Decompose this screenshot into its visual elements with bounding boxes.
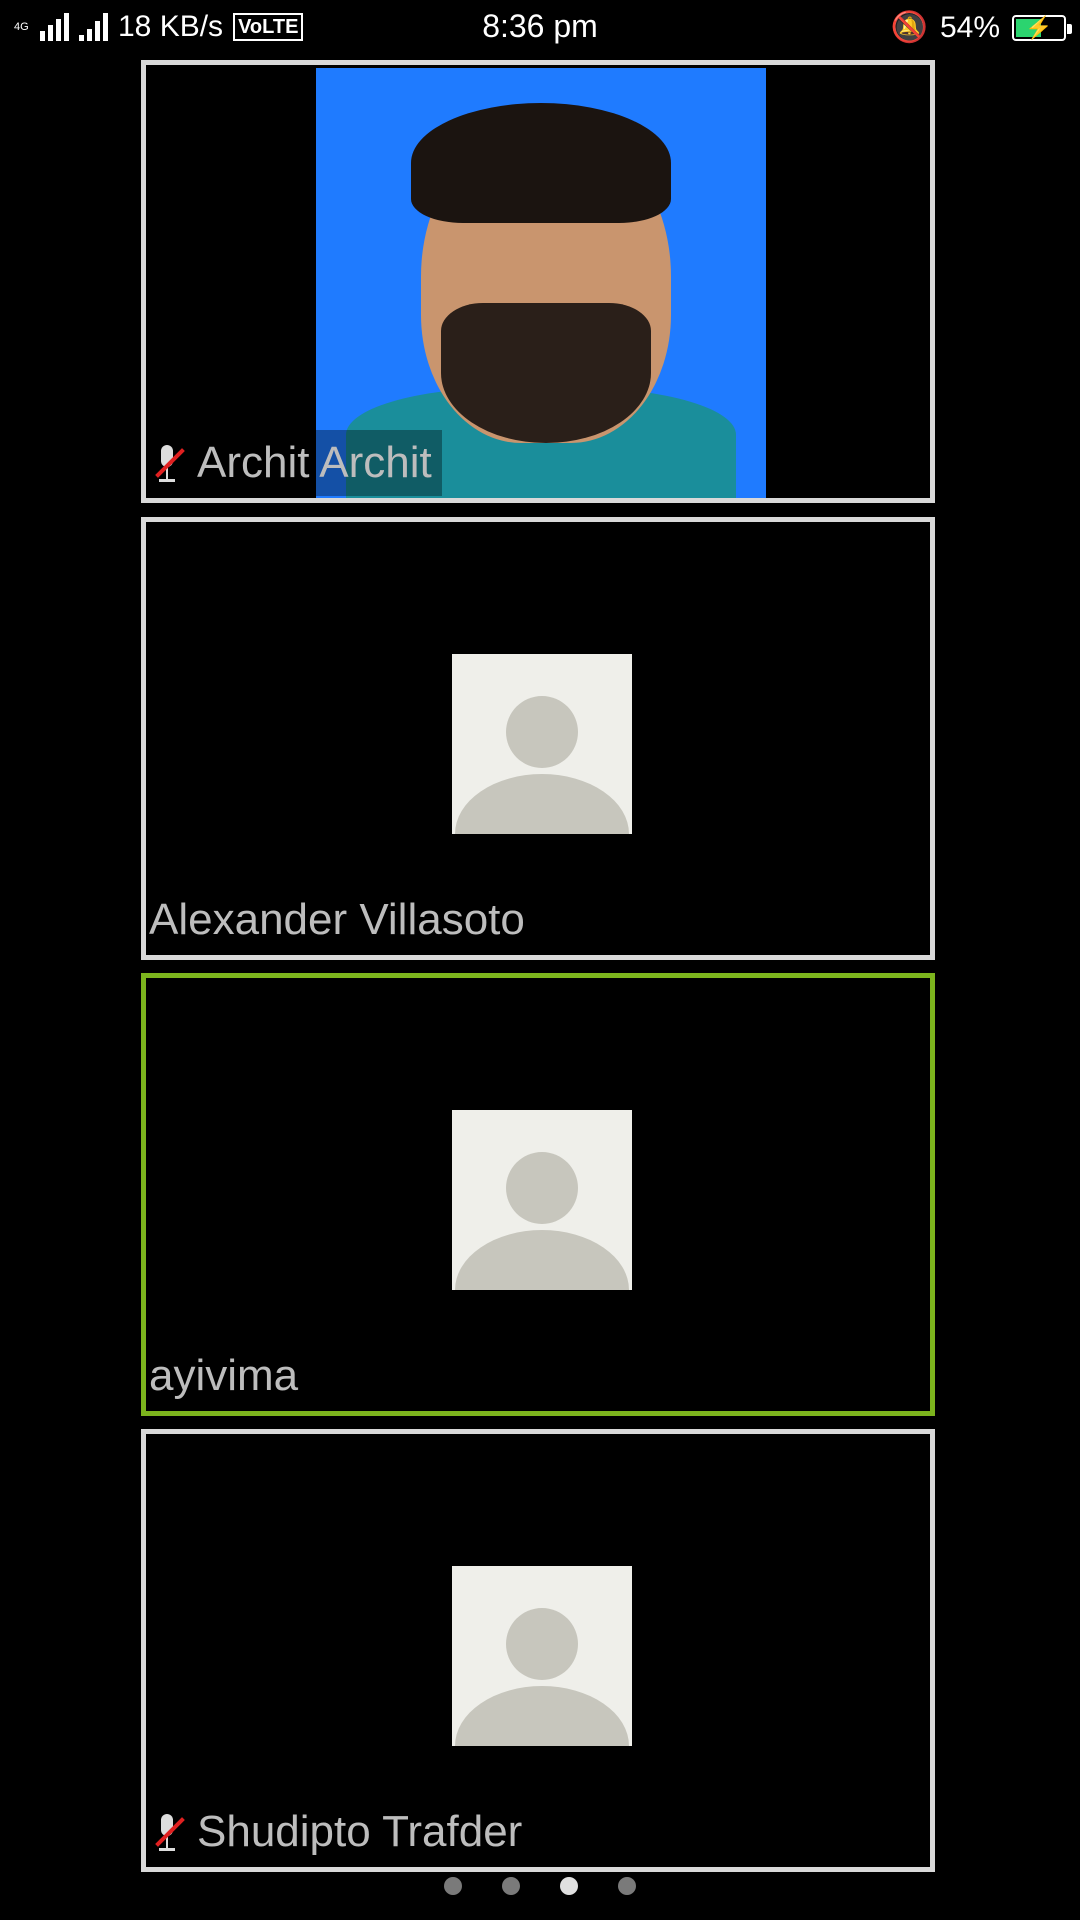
page-indicator[interactable] <box>0 1877 1080 1895</box>
page-dot[interactable] <box>618 1877 636 1895</box>
participant-label: Shudipto Trafder <box>149 1799 532 1865</box>
avatar-placeholder-icon <box>452 654 632 834</box>
participant-name: ayivima <box>149 1351 299 1400</box>
page-dot[interactable] <box>444 1877 462 1895</box>
participant-tile[interactable]: Archit Archit <box>141 60 935 503</box>
participant-label: ayivima <box>149 1343 308 1409</box>
participant-name: Archit Archit <box>197 438 432 487</box>
mute-bell-icon: 🔕 <box>890 11 928 44</box>
battery-percent: 54% <box>939 10 1000 44</box>
avatar-placeholder-icon <box>452 1110 632 1290</box>
participant-name: Shudipto Trafder <box>197 1807 523 1856</box>
mute-icon <box>149 441 187 485</box>
battery-charging-icon: ⚡ <box>1012 14 1072 41</box>
mute-icon <box>149 1810 187 1854</box>
status-right: 🔕 54% ⚡ <box>890 10 1072 45</box>
participant-label: Alexander Villasoto <box>149 887 535 953</box>
participant-tile[interactable]: Alexander Villasoto <box>141 517 935 960</box>
participant-tile-active[interactable]: ayivima <box>141 973 935 1416</box>
participant-tile[interactable]: Shudipto Trafder <box>141 1429 935 1872</box>
participant-name: Alexander Villasoto <box>149 895 525 944</box>
page-dot[interactable] <box>560 1877 578 1895</box>
avatar-placeholder-icon <box>452 1566 632 1746</box>
page-dot[interactable] <box>502 1877 520 1895</box>
status-bar: 4G 18 KB/s VoLTE 8:36 pm 🔕 54% ⚡ <box>0 0 1080 56</box>
participant-label: Archit Archit <box>149 430 442 496</box>
